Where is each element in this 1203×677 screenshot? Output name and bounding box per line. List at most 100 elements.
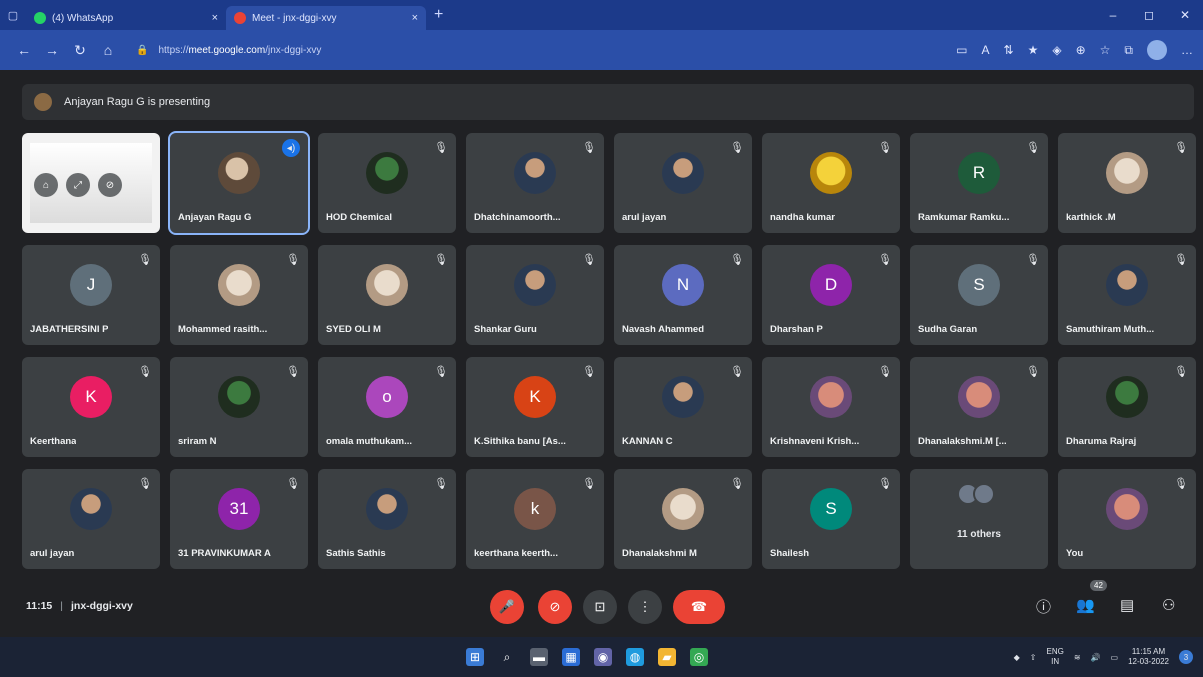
chrome-icon[interactable]: ◎ [690,648,708,666]
url-field[interactable]: 🔒 https:// meet.google.com /jnx-dggi-xvy [136,45,776,56]
system-clock[interactable]: 11:15 AM 12-03-2022 [1128,647,1169,667]
battery-icon[interactable]: ▭ [1111,653,1119,662]
edge-icon[interactable]: ◍ [626,648,644,666]
participant-tile[interactable]: 🎙 Dhatchinamoorth... [466,133,604,233]
participant-tile[interactable]: 🎙 Dhanalakshmi M [614,469,752,569]
tab-actions-icon[interactable]: ⇅ [1004,43,1014,57]
participant-tile[interactable]: 🎙 D Dharshan P [762,245,900,345]
camera-toggle-button[interactable]: ⊘ [538,590,572,624]
fullscreen-icon[interactable]: ⤢ [66,173,90,197]
window-controls: – ◻ ✕ [1095,8,1203,22]
tab-whatsapp[interactable]: (4) WhatsApp × [26,6,226,30]
collections-icon[interactable]: ⧉ [1124,43,1133,58]
read-aloud-icon[interactable]: A [982,43,990,57]
participant-tile[interactable]: 🎙 sriram N [170,357,308,457]
extension-icon[interactable]: ★ [1028,43,1039,57]
pin-icon[interactable]: ⌂ [34,173,58,197]
participant-tile[interactable]: 🎙 J JABATHERSINI P [22,245,160,345]
camera-indicator-icon[interactable]: ▭ [956,43,967,57]
chat-button[interactable]: ▤ [1120,596,1134,614]
participant-tile[interactable]: 🎙 k keerthana keerth... [466,469,604,569]
participant-tile[interactable]: 🎙 31 31 PRAVINKUMAR A [170,469,308,569]
screen-share-tile[interactable]: ⌂ ⤢ ⊘ [22,133,160,233]
participant-tile[interactable]: 🎙 Samuthiram Muth... [1058,245,1196,345]
participant-tile[interactable]: 🎙 KANNAN C [614,357,752,457]
search-icon[interactable]: ⌕ [498,648,516,666]
participant-tile[interactable]: 🎙 K K.Sithika banu [As... [466,357,604,457]
teams-chat-icon[interactable]: ◉ [594,648,612,666]
widgets-icon[interactable]: ▦ [562,648,580,666]
participant-tile[interactable]: 🎙 You [1058,469,1196,569]
more-options-button[interactable]: ⋮ [628,590,662,624]
participant-tile[interactable]: 🎙 SYED OLI M [318,245,456,345]
more-menu-icon[interactable]: … [1181,43,1193,57]
participant-name: Shankar Guru [474,324,537,335]
end-call-button[interactable]: ☎ [673,590,725,624]
tray-app-icon[interactable]: ◆ [1014,653,1020,662]
maximize-button[interactable]: ◻ [1131,8,1167,22]
avatar: N [662,264,704,306]
url-scheme: https:// [158,44,189,56]
url-host: meet.google.com [188,44,266,56]
minimize-button[interactable]: – [1095,8,1131,22]
favorites-icon[interactable]: ☆ [1100,43,1111,57]
participant-tile[interactable]: 🎙 S Sudha Garan [910,245,1048,345]
mic-off-icon: 🎙 [1026,142,1040,154]
file-explorer-icon[interactable]: ▰ [658,648,676,666]
participant-tile[interactable]: 11 others [910,469,1048,569]
activities-button[interactable]: ⚇ [1162,596,1175,614]
window-menu-icon[interactable]: ▢ [0,0,26,30]
people-button[interactable]: 👥 [1076,596,1095,614]
tab-meet[interactable]: Meet - jnx-dggi-xvy × [226,6,426,30]
participant-tile[interactable]: ◂) Anjayan Ragu G [168,131,310,235]
language-code: ENG [1046,647,1064,656]
forward-button[interactable]: → [38,42,66,58]
participant-tile[interactable]: 🎙 K Keerthana [22,357,160,457]
reload-button[interactable]: ↻ [66,42,94,59]
present-button[interactable]: ⊡ [583,590,617,624]
mic-off-icon: 🎙 [582,142,596,154]
participant-tile[interactable]: 🎙 arul jayan [614,133,752,233]
task-view-icon[interactable]: ▬ [530,648,548,666]
tab-close-icon[interactable]: × [212,12,218,24]
notification-badge[interactable]: 3 [1179,650,1193,664]
home-button[interactable]: ⌂ [94,42,122,58]
volume-icon[interactable]: 🔊 [1091,653,1101,662]
participant-tile[interactable]: 🎙 o omala muthukam... [318,357,456,457]
participant-tile[interactable]: 🎙 Dharuma Rajraj [1058,357,1196,457]
participant-tile[interactable]: 🎙 S Shailesh [762,469,900,569]
participant-name: Dhanalakshmi M [622,548,697,559]
extension2-icon[interactable]: ◈ [1052,43,1061,57]
participant-tile[interactable]: 🎙 Sathis Sathis [318,469,456,569]
split-icon[interactable]: ⊕ [1076,43,1086,57]
participant-tile[interactable]: 🎙 N Navash Ahammed [614,245,752,345]
profile-avatar[interactable] [1147,40,1167,60]
participant-tile[interactable]: 🎙 Dhanalakshmi.M [... [910,357,1048,457]
participant-tile[interactable]: 🎙 nandha kumar [762,133,900,233]
participant-tile[interactable]: 🎙 Shankar Guru [466,245,604,345]
tab-close-icon[interactable]: × [412,12,418,24]
participant-tile[interactable]: 🎙 R Ramkumar Ramku... [910,133,1048,233]
meeting-info-button[interactable]: ⓘ [1036,596,1051,617]
wifi-icon[interactable]: ≋ [1074,653,1081,662]
participant-name: Dharuma Rajraj [1066,436,1137,447]
participant-tile[interactable]: 🎙 Mohammed rasith... [170,245,308,345]
new-tab-button[interactable]: + [434,6,443,24]
language-indicator[interactable]: ENG IN [1047,647,1064,667]
mic-off-icon: 🎙 [286,478,300,490]
participant-name: Mohammed rasith... [178,324,268,335]
participant-tile[interactable]: 🎙 karthick .M [1058,133,1196,233]
back-button[interactable]: ← [10,42,38,58]
avatar: k [514,488,556,530]
close-window-button[interactable]: ✕ [1167,8,1203,22]
start-icon[interactable]: ⊞ [466,648,484,666]
browser-toolbar: ▭ A ⇅ ★ ◈ ⊕ ☆ ⧉ … [956,40,1193,60]
remove-icon[interactable]: ⊘ [98,173,122,197]
tray-overflow-icon[interactable]: ⇧ [1030,653,1037,662]
presenter-banner: Anjayan Ragu G is presenting [22,84,1194,120]
mic-toggle-button[interactable]: 🎤 [490,590,524,624]
meeting-time: 11:15 [26,600,53,612]
participant-tile[interactable]: 🎙 Krishnaveni Krish... [762,357,900,457]
participant-tile[interactable]: 🎙 HOD Chemical [318,133,456,233]
participant-tile[interactable]: 🎙 arul jayan [22,469,160,569]
